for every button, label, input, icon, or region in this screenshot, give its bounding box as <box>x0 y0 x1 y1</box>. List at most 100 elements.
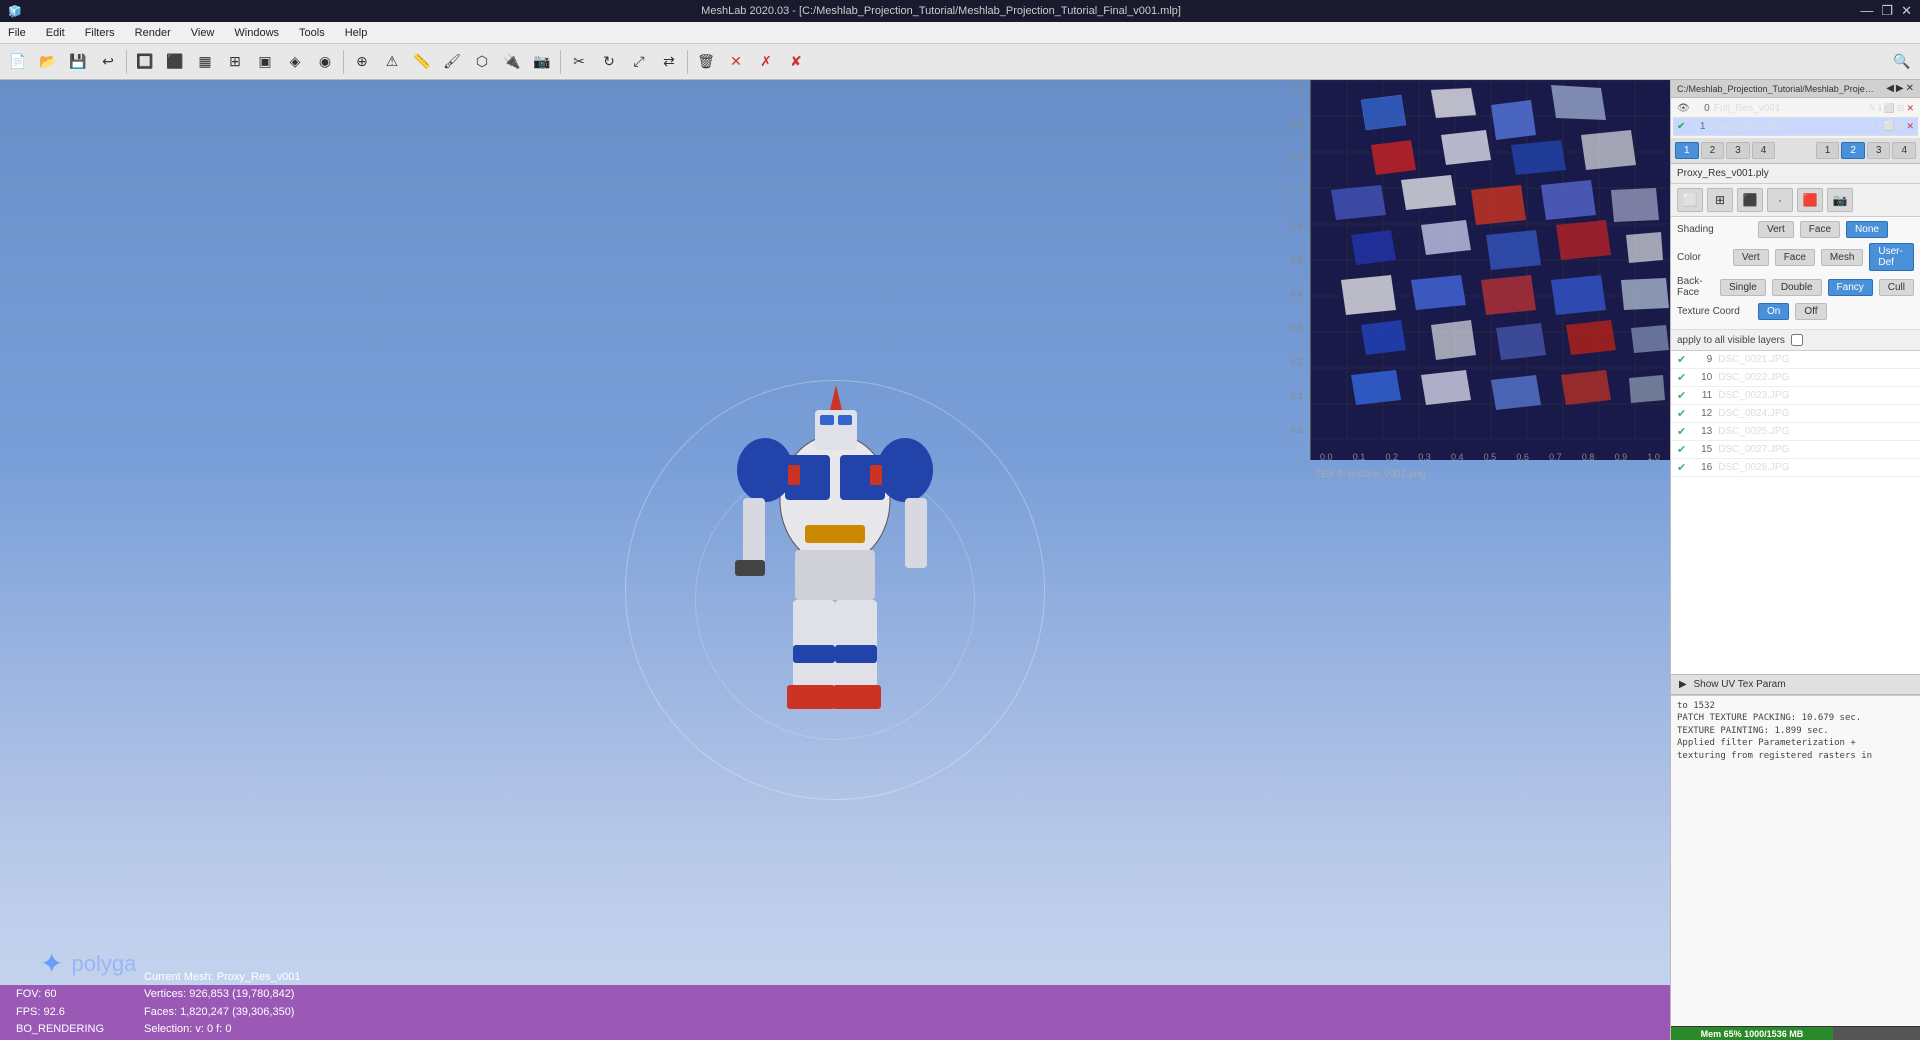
rp-expand-right[interactable]: ▶ <box>1896 83 1904 94</box>
rp-close[interactable]: ✕ <box>1906 83 1914 94</box>
menu-item-filters[interactable]: Filters <box>81 25 119 41</box>
undo-button[interactable]: ↩ <box>94 48 122 76</box>
layer-visibility-1[interactable]: ✔ <box>1677 121 1685 132</box>
back-face-single[interactable]: Single <box>1720 279 1766 296</box>
fill-tool[interactable]: 🗑 <box>692 48 720 76</box>
color-vert[interactable]: Vert <box>1733 249 1769 266</box>
mirror-tool[interactable]: ⇄ <box>655 48 683 76</box>
nav-sub-tab-3[interactable]: 3 <box>1867 142 1891 159</box>
view-tool-2[interactable]: ⬛ <box>161 48 189 76</box>
viewport[interactable]: 1.0 0.9 0.8 0.7 0.6 0.5 0.4 0.3 0.2 0.1 … <box>0 80 1670 1040</box>
back-face-double[interactable]: Double <box>1772 279 1822 296</box>
current-mesh-label: Current Mesh: Proxy_Res_v001 <box>144 969 301 987</box>
tex-item-1[interactable]: ✔ 10 DSC_0022.JPG <box>1671 369 1920 387</box>
back-face-cull[interactable]: Cull <box>1879 279 1914 296</box>
shading-face[interactable]: Face <box>1800 221 1840 238</box>
camera-tool[interactable]: 📷 <box>528 48 556 76</box>
tex-item-5[interactable]: ✔ 15 DSC_0027.JPG <box>1671 441 1920 459</box>
color-user-def[interactable]: User-Def <box>1869 243 1914 271</box>
menu-item-help[interactable]: Help <box>341 25 372 41</box>
toolbar: 📄 📂 💾 ↩ 🔲 ⬛ ▦ ⊞ ▣ ◈ ◉ ⊕ ⚠ 📏 🖌 ⬡ 🔌 📷 ✂ ↻ … <box>0 44 1920 80</box>
layer-icon-del-1[interactable]: ✕ <box>1906 121 1914 132</box>
open-button[interactable]: 📂 <box>34 48 62 76</box>
view-tool-6[interactable]: ◈ <box>281 48 309 76</box>
nav-tab-2[interactable]: 2 <box>1701 142 1725 159</box>
layer-icon-wire-1[interactable]: ⊞ <box>1897 121 1905 132</box>
select-tool[interactable]: ⬡ <box>468 48 496 76</box>
tex-list[interactable]: ✔ 9 DSC_0021.JPG ✔ 10 DSC_0022.JPG ✔ 11 … <box>1671 350 1920 674</box>
new-button[interactable]: 📄 <box>4 48 32 76</box>
view-tool-3[interactable]: ▦ <box>191 48 219 76</box>
nav-sub-tab-4[interactable]: 4 <box>1892 142 1916 159</box>
texture-coord-on[interactable]: On <box>1758 303 1789 320</box>
delete-check[interactable]: ✗ <box>752 48 780 76</box>
render-tool-point[interactable]: · <box>1767 188 1793 212</box>
rp-collapse-left[interactable]: ◀ <box>1886 83 1894 94</box>
render-tool-tex[interactable]: 🟥 <box>1797 188 1823 212</box>
tex-item-3[interactable]: ✔ 12 DSC_0024.JPG <box>1671 405 1920 423</box>
close-button[interactable]: ✕ <box>1901 3 1912 19</box>
view-tool-1[interactable]: 🔲 <box>131 48 159 76</box>
shading-none[interactable]: None <box>1846 221 1888 238</box>
render-tool-box[interactable]: ⬜ <box>1677 188 1703 212</box>
nav-tab-1[interactable]: 1 <box>1675 142 1699 159</box>
back-face-fancy[interactable]: Fancy <box>1828 279 1873 296</box>
search-button[interactable]: 🔍 <box>1888 48 1916 76</box>
layer-icon-info-0[interactable]: ℹ <box>1878 103 1881 114</box>
paint-tool[interactable]: 🖌 <box>438 48 466 76</box>
layer-icon-del-0[interactable]: ✕ <box>1906 103 1914 114</box>
scale-tool[interactable]: ⤢ <box>625 48 653 76</box>
delete-all[interactable]: ✘ <box>782 48 810 76</box>
render-tool-solid[interactable]: ⬛ <box>1737 188 1763 212</box>
menu-item-file[interactable]: File <box>4 25 30 41</box>
layer-visibility-0[interactable]: 👁 <box>1677 103 1690 114</box>
delete-x[interactable]: ✕ <box>722 48 750 76</box>
plug-tool[interactable]: 🔌 <box>498 48 526 76</box>
restore-button[interactable]: ❐ <box>1881 3 1893 19</box>
snap-tool[interactable]: ✂ <box>565 48 593 76</box>
render-tool-wire[interactable]: ⊞ <box>1707 188 1733 212</box>
menu-item-edit[interactable]: Edit <box>42 25 69 41</box>
layer-item-0[interactable]: 👁 0 Full_Res_v001 ✎ ℹ ⬜ ⊞ ✕ <box>1673 100 1918 118</box>
nav-tab-4[interactable]: 4 <box>1752 142 1776 159</box>
show-uv-tex-param[interactable]: ▶ Show UV Tex Param <box>1671 674 1920 695</box>
layer-item-1[interactable]: ✔ 1 Proxy_Res_v001 * ✎ ℹ ⬜ ⊞ ✕ <box>1673 118 1918 136</box>
fov-label: FOV: 60 <box>16 986 104 1004</box>
nav-tab-3[interactable]: 3 <box>1726 142 1750 159</box>
color-face[interactable]: Face <box>1775 249 1815 266</box>
layer-icon-box-1[interactable]: ⬜ <box>1884 121 1895 132</box>
minimize-button[interactable]: — <box>1860 3 1873 19</box>
rotate-tool[interactable]: ↻ <box>595 48 623 76</box>
shading-vert[interactable]: Vert <box>1758 221 1794 238</box>
transform-tool[interactable]: ⊕ <box>348 48 376 76</box>
warning-tool[interactable]: ⚠ <box>378 48 406 76</box>
layer-icon-edit-1[interactable]: ✎ <box>1869 121 1877 132</box>
tex-item-2[interactable]: ✔ 11 DSC_0023.JPG <box>1671 387 1920 405</box>
tex-item-4[interactable]: ✔ 13 DSC_0025.JPG <box>1671 423 1920 441</box>
polyga-logo: ✦ polyga <box>40 947 136 980</box>
menu-item-render[interactable]: Render <box>131 25 175 41</box>
apply-checkbox[interactable] <box>1791 334 1803 346</box>
texture-coord-off[interactable]: Off <box>1795 303 1826 320</box>
tex-item-6[interactable]: ✔ 16 DSC_0028.JPG <box>1671 459 1920 477</box>
layer-icon-info-1[interactable]: ℹ <box>1878 121 1881 132</box>
menu-item-tools[interactable]: Tools <box>295 25 329 41</box>
uv-axis-y: 1.0 0.9 0.8 0.7 0.6 0.5 0.4 0.3 0.2 0.1 … <box>1288 80 1305 440</box>
view-tool-4[interactable]: ⊞ <box>221 48 249 76</box>
nav-sub-tab-1[interactable]: 1 <box>1816 142 1840 159</box>
color-mesh[interactable]: Mesh <box>1821 249 1863 266</box>
menu-item-view[interactable]: View <box>187 25 219 41</box>
view-tool-5[interactable]: ▣ <box>251 48 279 76</box>
layer-icon-wire-0[interactable]: ⊞ <box>1897 103 1905 114</box>
nav-sub-tab-2[interactable]: 2 <box>1841 142 1865 159</box>
tex-item-0[interactable]: ✔ 9 DSC_0021.JPG <box>1671 351 1920 369</box>
save-button[interactable]: 💾 <box>64 48 92 76</box>
menu-item-windows[interactable]: Windows <box>230 25 283 41</box>
axis-x-0.7: 0.7 <box>1549 452 1562 462</box>
measure-tool[interactable]: 📏 <box>408 48 436 76</box>
render-tool-cam[interactable]: 📷 <box>1827 188 1853 212</box>
layer-icon-box-0[interactable]: ⬜ <box>1884 103 1895 114</box>
view-tool-7[interactable]: ◉ <box>311 48 339 76</box>
layer-icon-edit-0[interactable]: ✎ <box>1869 103 1877 114</box>
uv-map: 1.0 0.9 0.8 0.7 0.6 0.5 0.4 0.3 0.2 0.1 … <box>1310 80 1670 460</box>
